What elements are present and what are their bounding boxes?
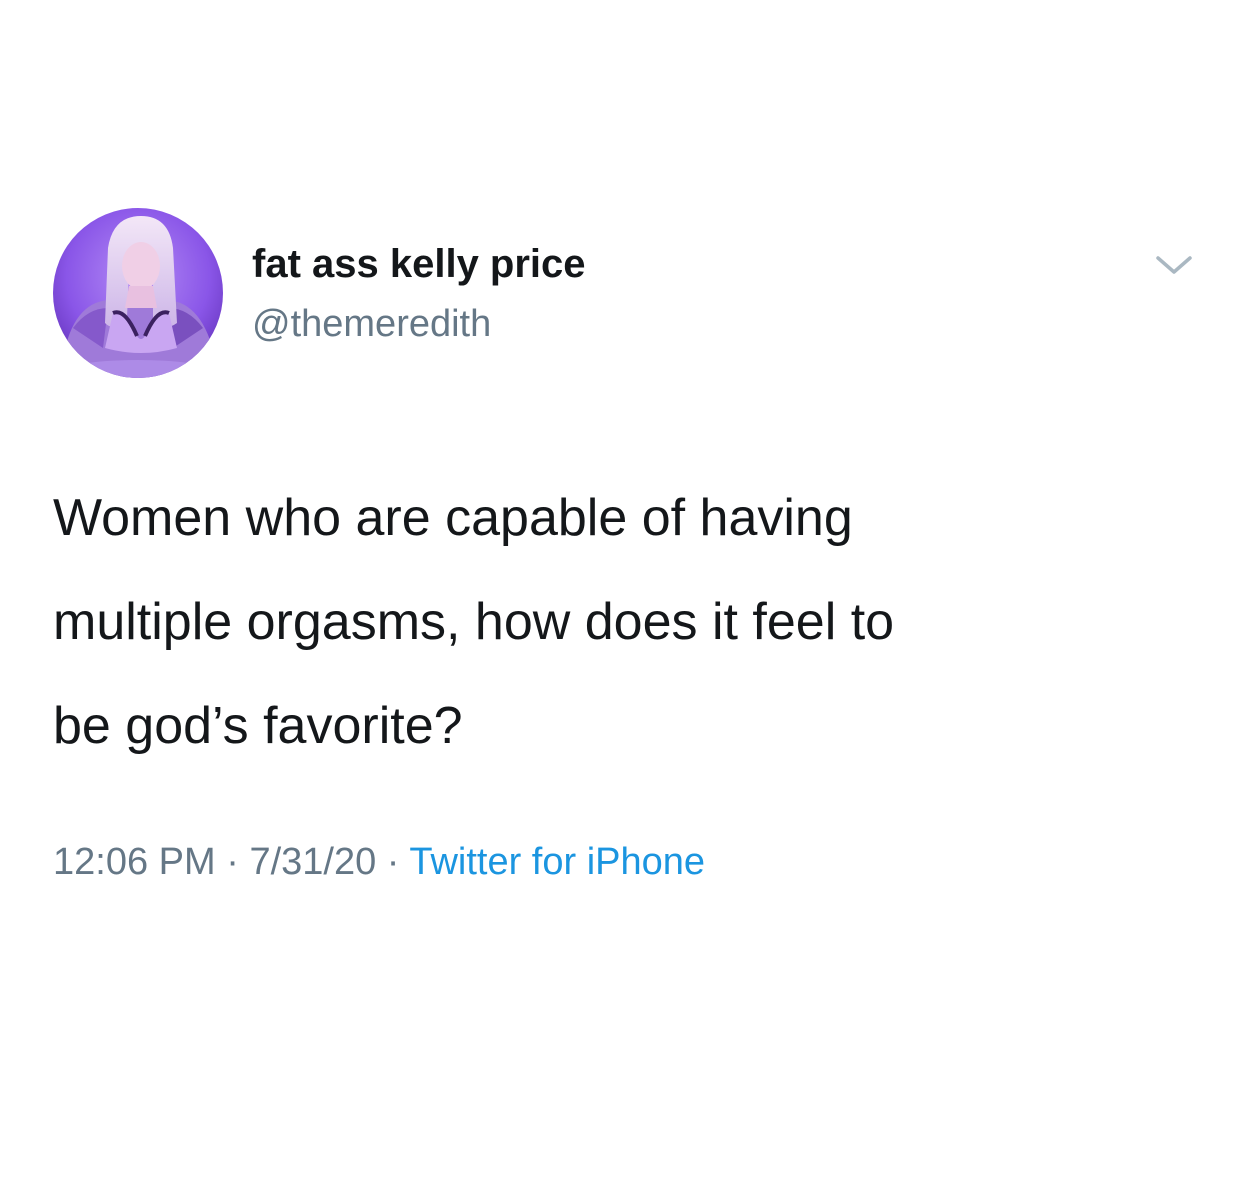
tweet-metadata: 12:06 PM · 7/31/20 · Twitter for iPhone — [53, 836, 705, 888]
avatar-image — [53, 208, 223, 378]
meta-separator: · — [386, 841, 400, 883]
tweet-card: fat ass kelly price @themeredith Women w… — [0, 0, 1242, 1196]
avatar[interactable] — [53, 208, 223, 378]
author-display-name[interactable]: fat ass kelly price — [252, 240, 586, 288]
tweet-time[interactable]: 12:06 PM — [53, 841, 216, 883]
tweet-date[interactable]: 7/31/20 — [249, 841, 376, 883]
tweet-text: Women who are capable of having multiple… — [53, 489, 895, 755]
tweet-source-link[interactable]: Twitter for iPhone — [409, 841, 705, 883]
author-handle[interactable]: @themeredith — [252, 300, 491, 348]
chevron-down-icon[interactable] — [1152, 250, 1196, 280]
meta-separator: · — [226, 841, 239, 883]
